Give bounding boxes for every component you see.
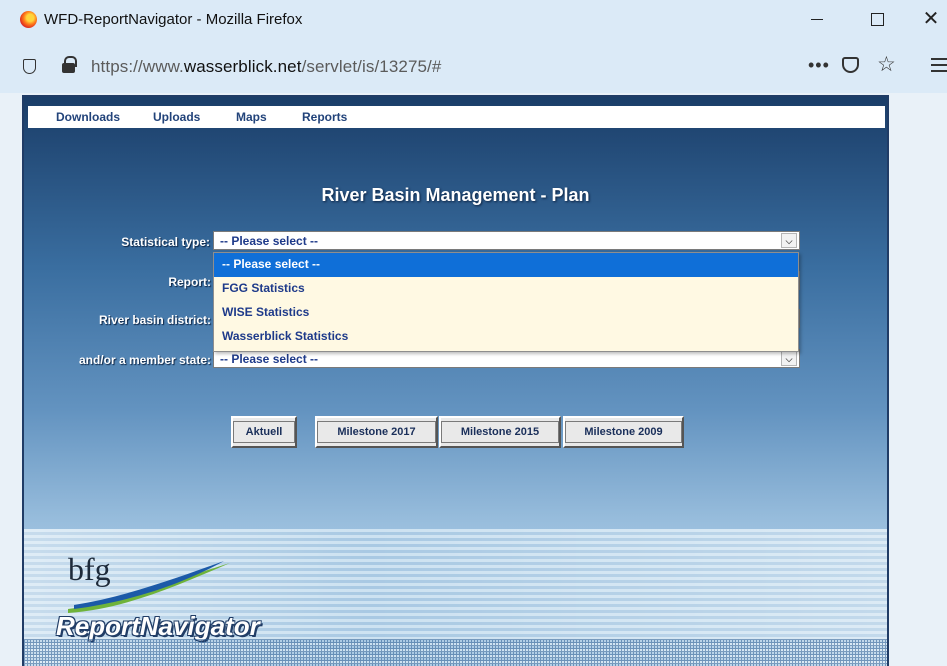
firefox-icon	[20, 11, 37, 28]
milestone-2017-label: Milestone 2017	[317, 421, 436, 443]
menu-reports[interactable]: Reports	[302, 110, 347, 124]
river-basin-label: River basin district:	[98, 313, 211, 327]
footer-banner: bfg ReportNavigator	[24, 529, 887, 666]
aktuell-label: Aktuell	[233, 421, 295, 443]
bookmark-star-icon[interactable]: ☆	[877, 52, 896, 77]
pocket-icon[interactable]	[842, 57, 859, 73]
option-wise-statistics[interactable]: WISE Statistics	[214, 301, 798, 325]
statistical-type-select[interactable]: -- Please select -- ⌵	[213, 231, 800, 250]
member-state-value: -- Please select --	[220, 352, 319, 366]
chevron-down-icon[interactable]: ⌵	[781, 233, 797, 248]
window-titlebar: WFD-ReportNavigator - Mozilla Firefox ✕	[0, 0, 947, 38]
milestone-2017-button[interactable]: Milestone 2017	[315, 416, 438, 448]
option-wasserblick-statistics[interactable]: Wasserblick Statistics	[214, 325, 798, 349]
menu-uploads[interactable]: Uploads	[153, 110, 200, 124]
aktuell-button[interactable]: Aktuell	[231, 416, 297, 448]
report-label: Report:	[168, 275, 211, 289]
statistical-type-value: -- Please select --	[220, 234, 319, 248]
report-navigator-brand: ReportNavigator	[56, 611, 260, 641]
page-title: River Basin Management - Plan	[321, 185, 590, 205]
hamburger-menu-icon[interactable]	[931, 58, 947, 72]
app-frame: Downloads Uploads Maps Reports River Bas…	[22, 95, 889, 666]
url-prefix: https://www.	[91, 57, 184, 76]
statistical-type-options: -- Please select -- FGG Statistics WISE …	[213, 252, 799, 352]
member-state-label: and/or a member state:	[78, 353, 211, 367]
option-please-select[interactable]: -- Please select --	[214, 253, 798, 277]
footer-grid-pattern	[24, 639, 887, 666]
url-domain: wasserblick.net	[183, 57, 302, 76]
milestone-2009-button[interactable]: Milestone 2009	[563, 416, 684, 448]
milestone-2009-label: Milestone 2009	[565, 421, 682, 443]
more-actions-icon[interactable]: •••	[808, 55, 830, 76]
milestone-2015-label: Milestone 2015	[441, 421, 559, 443]
close-button[interactable]: ✕	[911, 6, 947, 32]
browser-navbar: https://www.wasserblick.net/servlet/is/1…	[0, 38, 947, 93]
url-bar[interactable]: https://www.wasserblick.net/servlet/is/1…	[91, 57, 441, 77]
option-fgg-statistics[interactable]: FGG Statistics	[214, 277, 798, 301]
menu-maps[interactable]: Maps	[236, 110, 267, 124]
url-path: /servlet/is/13275/#	[301, 57, 442, 76]
shield-icon[interactable]	[23, 59, 36, 74]
minimize-button[interactable]	[797, 6, 837, 32]
menu-downloads[interactable]: Downloads	[56, 110, 120, 124]
lock-icon[interactable]	[62, 56, 77, 73]
milestone-2015-button[interactable]: Milestone 2015	[439, 416, 561, 448]
top-menu: Downloads Uploads Maps Reports	[28, 106, 885, 128]
chevron-down-icon[interactable]: ⌵	[781, 351, 797, 366]
statistical-type-label: Statistical type:	[121, 235, 210, 249]
window-title: WFD-ReportNavigator - Mozilla Firefox	[44, 11, 303, 28]
bfg-logo-text: bfg	[68, 551, 111, 587]
maximize-button[interactable]	[857, 6, 897, 32]
